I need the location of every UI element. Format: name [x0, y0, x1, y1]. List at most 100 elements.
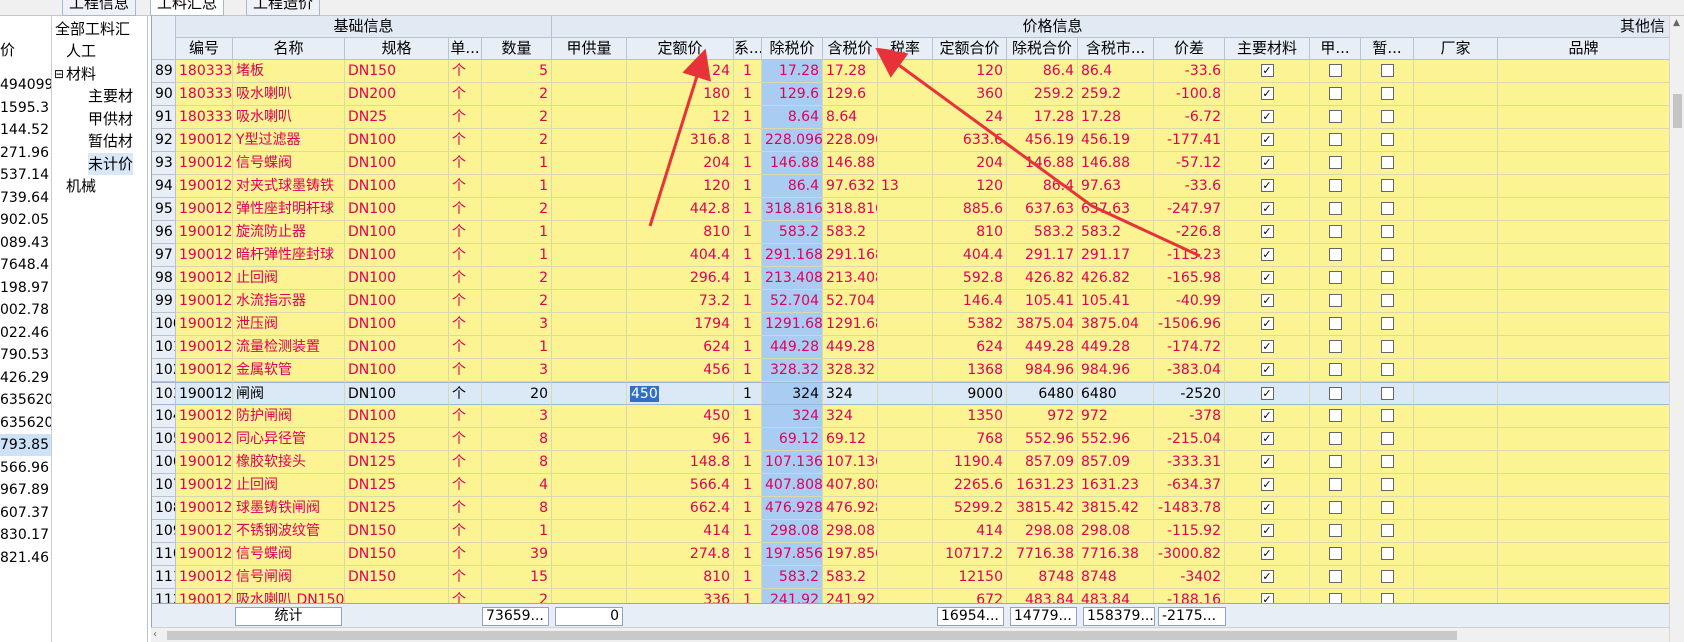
table-row[interactable]: 971900120暗杆弹性座封球DN100个1404.41291.168291.…: [152, 244, 1669, 267]
cell-rate[interactable]: 13: [878, 175, 933, 198]
cell-rate[interactable]: [878, 60, 933, 83]
cell-code[interactable]: 1900120: [176, 129, 233, 152]
cell-qty[interactable]: 1: [482, 244, 552, 267]
cell-brand[interactable]: [1498, 405, 1669, 428]
cell-name[interactable]: 旋流防止器: [233, 221, 345, 244]
column-header-tax-total[interactable]: 含税市...: [1078, 38, 1154, 60]
cell-code[interactable]: 1900120: [176, 152, 233, 175]
cell-tax[interactable]: 146.88: [823, 152, 878, 175]
cell-no[interactable]: 105: [152, 428, 176, 451]
cell-name[interactable]: 信号闸阀: [233, 566, 345, 589]
cell-tax[interactable]: 324: [823, 405, 878, 428]
cell-notax-total[interactable]: 86.4: [1007, 60, 1078, 83]
cell-notax-total[interactable]: 583.2: [1007, 221, 1078, 244]
cell-no[interactable]: 94: [152, 175, 176, 198]
cell-name[interactable]: 弹性座封明杆球: [233, 198, 345, 221]
cell-qty[interactable]: 3: [482, 405, 552, 428]
cell-main[interactable]: ✓: [1225, 543, 1310, 566]
cell-a[interactable]: [1310, 198, 1361, 221]
cell-vendor[interactable]: [1414, 267, 1498, 290]
cell-name[interactable]: 橡胶软接头: [233, 451, 345, 474]
tree-item[interactable]: ⊟ 材料: [54, 63, 96, 85]
cell-diff[interactable]: -33.6: [1154, 60, 1225, 83]
cell-b[interactable]: [1361, 313, 1414, 336]
cell-qty[interactable]: 8: [482, 497, 552, 520]
cell-vendor[interactable]: [1414, 474, 1498, 497]
cell-quota-total[interactable]: 592.8: [933, 267, 1007, 290]
cell-brand[interactable]: [1498, 313, 1669, 336]
cell-notax-total[interactable]: 146.88: [1007, 152, 1078, 175]
cell-no[interactable]: 95: [152, 198, 176, 221]
cell-supply[interactable]: [552, 60, 627, 83]
cell-quota[interactable]: 148.8: [627, 451, 734, 474]
cell-rate[interactable]: [878, 221, 933, 244]
cell-diff[interactable]: -383.04: [1154, 359, 1225, 382]
cell-qty[interactable]: 39: [482, 543, 552, 566]
cell-a[interactable]: [1310, 474, 1361, 497]
cell-supply[interactable]: [552, 451, 627, 474]
cell-name[interactable]: 止回阀: [233, 474, 345, 497]
cell-no[interactable]: 107: [152, 474, 176, 497]
cell-quota[interactable]: 204: [627, 152, 734, 175]
cell-diff[interactable]: -174.72: [1154, 336, 1225, 359]
cell-tax-total[interactable]: 456.19: [1078, 129, 1154, 152]
cell-b[interactable]: [1361, 290, 1414, 313]
cell-brand[interactable]: [1498, 152, 1669, 175]
cell-notax[interactable]: 328.32: [762, 359, 823, 382]
cell-main[interactable]: ✓: [1225, 106, 1310, 129]
cell-tax[interactable]: 213.408: [823, 267, 878, 290]
cell-main[interactable]: ✓: [1225, 428, 1310, 451]
checkbox[interactable]: ✓: [1260, 408, 1274, 422]
cell-notax[interactable]: 407.808: [762, 474, 823, 497]
cell-a[interactable]: [1310, 336, 1361, 359]
cell-coef[interactable]: 1: [734, 244, 762, 267]
checkbox[interactable]: [1328, 386, 1342, 400]
cell-notax[interactable]: 8.64: [762, 106, 823, 129]
cell-qty[interactable]: 8: [482, 428, 552, 451]
cell-unit[interactable]: 个: [449, 405, 482, 428]
cell-quota[interactable]: 414: [627, 520, 734, 543]
cell-notax[interactable]: 298.08: [762, 520, 823, 543]
cell-spec[interactable]: DN100: [345, 129, 449, 152]
cell-notax-total[interactable]: 637.63: [1007, 198, 1078, 221]
cell-no[interactable]: 98: [152, 267, 176, 290]
cell-no[interactable]: 101: [152, 336, 176, 359]
cell-b[interactable]: [1361, 543, 1414, 566]
cell-unit[interactable]: 个: [449, 221, 482, 244]
cell-quota-total[interactable]: 120: [933, 175, 1007, 198]
cell-code[interactable]: 1900120: [176, 520, 233, 543]
cell-notax-total[interactable]: 552.96: [1007, 428, 1078, 451]
cell-tax[interactable]: 8.64: [823, 106, 878, 129]
cell-diff[interactable]: -115.92: [1154, 520, 1225, 543]
cell-quota-total[interactable]: 768: [933, 428, 1007, 451]
table-row[interactable]: 931900120信号蝶阀DN100个12041146.88146.882041…: [152, 152, 1669, 175]
cell-code[interactable]: 1900120: [176, 244, 233, 267]
cell-qty[interactable]: 1: [482, 152, 552, 175]
cell-unit[interactable]: 个: [449, 336, 482, 359]
cell-qty[interactable]: 2: [482, 290, 552, 313]
cell-qty[interactable]: 2: [482, 198, 552, 221]
cell-supply[interactable]: [552, 405, 627, 428]
cell-spec[interactable]: DN100: [345, 267, 449, 290]
cell-spec[interactable]: DN125: [345, 497, 449, 520]
cell-unit[interactable]: 个: [449, 428, 482, 451]
cell-main[interactable]: ✓: [1225, 497, 1310, 520]
cell-supply[interactable]: [552, 543, 627, 566]
cell-code[interactable]: 1900120: [176, 382, 233, 405]
cell-spec[interactable]: DN100: [345, 152, 449, 175]
vertical-scroll-thumb[interactable]: [1673, 94, 1682, 128]
cell-notax-total[interactable]: 449.28: [1007, 336, 1078, 359]
cell-spec[interactable]: DN150: [345, 60, 449, 83]
cell-quota[interactable]: 296.4: [627, 267, 734, 290]
cell-vendor[interactable]: [1414, 336, 1498, 359]
cell-brand[interactable]: [1498, 428, 1669, 451]
cell-a[interactable]: [1310, 313, 1361, 336]
cell-tax-total[interactable]: 259.2: [1078, 83, 1154, 106]
checkbox[interactable]: [1328, 546, 1342, 560]
cell-quota[interactable]: 442.8: [627, 198, 734, 221]
cell-rate[interactable]: [878, 129, 933, 152]
cell-unit[interactable]: 个: [449, 83, 482, 106]
cell-a[interactable]: [1310, 267, 1361, 290]
cell-a[interactable]: [1310, 543, 1361, 566]
cell-no[interactable]: 108: [152, 497, 176, 520]
